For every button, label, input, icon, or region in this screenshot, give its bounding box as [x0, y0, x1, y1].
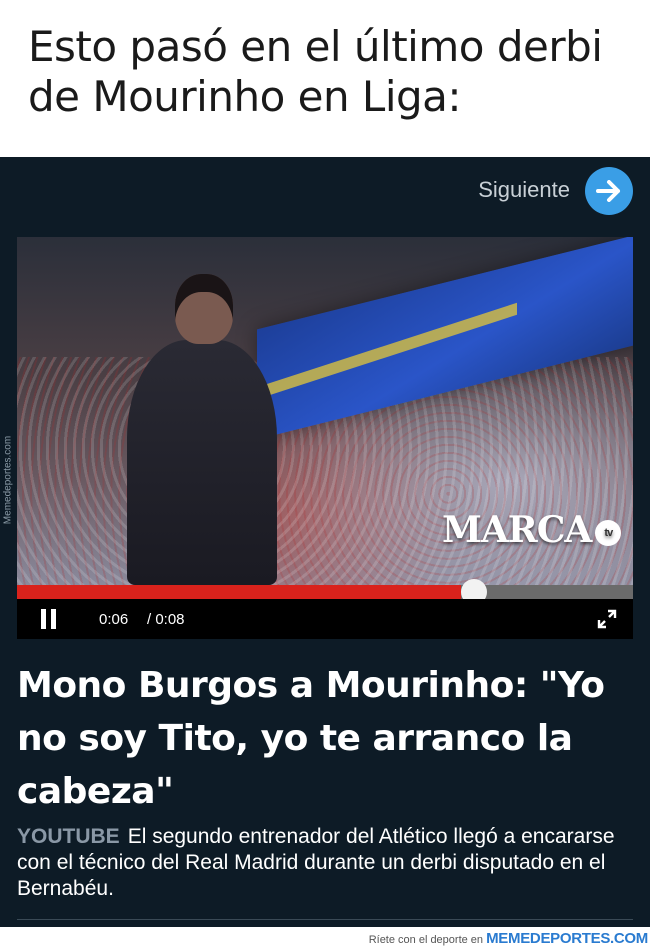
fullscreen-icon — [597, 609, 617, 629]
arrow-right-icon — [596, 180, 620, 202]
article-headline[interactable]: Mono Burgos a Mourinho: "Yo no soy Tito,… — [17, 659, 627, 818]
side-watermark-text: Memedeportes.com — [2, 435, 14, 525]
news-card: Siguiente MARCA tv 0:06 / 0:08 Mono Burg… — [0, 157, 650, 927]
progress-fill — [17, 585, 461, 599]
time-current: 0:06 — [99, 611, 129, 628]
fullscreen-button[interactable] — [597, 609, 617, 629]
pause-button[interactable] — [41, 609, 57, 629]
time-total: / 0:08 — [147, 611, 185, 628]
divider — [17, 919, 633, 920]
caption-line-1: Esto pasó en el último derbi — [28, 22, 603, 71]
coach-head — [175, 274, 233, 344]
caption-line-2: de Mourinho en Liga: — [28, 72, 462, 121]
article-description: YOUTUBE El segundo entrenador del Atlétic… — [17, 824, 627, 902]
coach-figure — [117, 262, 287, 585]
side-watermark: Memedeportes.com — [0, 420, 18, 540]
source-label: YOUTUBE — [17, 825, 120, 848]
footer-tagline: Ríete con el deporte en — [368, 934, 484, 946]
pause-icon — [41, 609, 46, 629]
video-controls: 0:06 / 0:08 — [17, 599, 633, 639]
footer-bar: Ríete con el deporte en MEMEDEPORTES.COM — [0, 927, 650, 948]
video-frame[interactable]: MARCA tv — [17, 237, 633, 585]
footer-text: Ríete con el deporte en MEMEDEPORTES.COM — [368, 930, 649, 947]
pause-icon — [51, 609, 56, 629]
next-button[interactable] — [585, 167, 633, 215]
video-player[interactable]: MARCA tv 0:06 / 0:08 — [17, 237, 633, 639]
coach-jacket — [127, 340, 277, 585]
footer-brand[interactable]: MEMEDEPORTES.COM — [486, 930, 648, 947]
meme-caption: Esto pasó en el último derbi de Mourinho… — [28, 22, 628, 122]
marca-tv-badge: tv — [595, 520, 622, 546]
marca-logo-text: MARCA — [442, 509, 592, 551]
next-label[interactable]: Siguiente — [478, 177, 570, 203]
marca-tv-logo: MARCA tv — [442, 509, 622, 551]
progress-bar[interactable] — [17, 579, 633, 605]
